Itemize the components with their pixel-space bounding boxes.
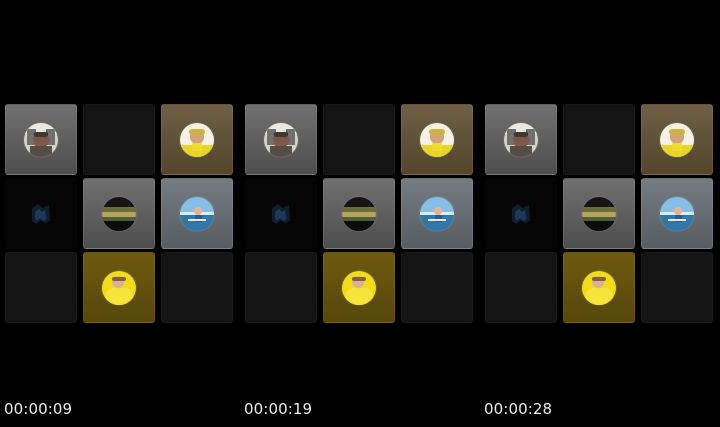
- participant-avatar: [342, 270, 376, 305]
- participant-avatar: [504, 122, 538, 157]
- participant-avatar: [102, 270, 136, 305]
- participant-avatar: [264, 122, 298, 157]
- participant-tile[interactable]: [83, 178, 155, 249]
- participant-tile[interactable]: [5, 104, 77, 175]
- participant-tile[interactable]: [401, 252, 473, 323]
- timestamp: 00:00:09: [4, 400, 73, 418]
- participant-tile[interactable]: [485, 178, 557, 249]
- participant-avatar: [660, 122, 694, 157]
- participant-avatar: [342, 196, 376, 231]
- timestamp: 00:00:19: [244, 400, 313, 418]
- participant-avatar: [503, 195, 539, 232]
- gallery-panel-2: 00:00:19: [240, 0, 480, 427]
- participant-tile[interactable]: [5, 178, 77, 249]
- participant-tile[interactable]: [83, 104, 155, 175]
- participant-tile[interactable]: [563, 104, 635, 175]
- participant-avatar: [24, 122, 58, 157]
- participant-avatar: [660, 196, 694, 231]
- participant-tile[interactable]: [323, 178, 395, 249]
- participant-tile[interactable]: [401, 178, 473, 249]
- participant-grid: [5, 104, 235, 324]
- participant-tile[interactable]: [641, 104, 713, 175]
- participant-tile[interactable]: [245, 252, 317, 323]
- participant-tile[interactable]: [5, 252, 77, 323]
- participant-tile[interactable]: [245, 178, 317, 249]
- participant-tile[interactable]: [641, 252, 713, 323]
- participant-tile[interactable]: [161, 252, 233, 323]
- participant-avatar: [582, 270, 616, 305]
- participant-avatar: [582, 196, 616, 231]
- participant-avatar: [180, 196, 214, 231]
- participant-avatar: [420, 196, 454, 231]
- participant-tile[interactable]: [485, 104, 557, 175]
- gallery-panel-3: 00:00:28: [480, 0, 720, 427]
- participant-grid: [485, 104, 715, 324]
- timestamp: 00:00:28: [484, 400, 553, 418]
- participant-tile[interactable]: [83, 252, 155, 323]
- participant-avatar: [102, 196, 136, 231]
- gallery-panel-1: 00:00:09: [0, 0, 240, 427]
- participant-tile[interactable]: [323, 104, 395, 175]
- participant-tile[interactable]: [161, 104, 233, 175]
- participant-tile[interactable]: [323, 252, 395, 323]
- participant-tile[interactable]: [245, 104, 317, 175]
- participant-tile[interactable]: [563, 252, 635, 323]
- participant-tile[interactable]: [161, 178, 233, 249]
- participant-tile[interactable]: [401, 104, 473, 175]
- participant-tile[interactable]: [485, 252, 557, 323]
- participant-avatar: [420, 122, 454, 157]
- participant-avatar: [23, 195, 59, 232]
- participant-grid: [245, 104, 475, 324]
- participant-avatar: [180, 122, 214, 157]
- participant-avatar: [263, 195, 299, 232]
- participant-tile[interactable]: [563, 178, 635, 249]
- participant-tile[interactable]: [641, 178, 713, 249]
